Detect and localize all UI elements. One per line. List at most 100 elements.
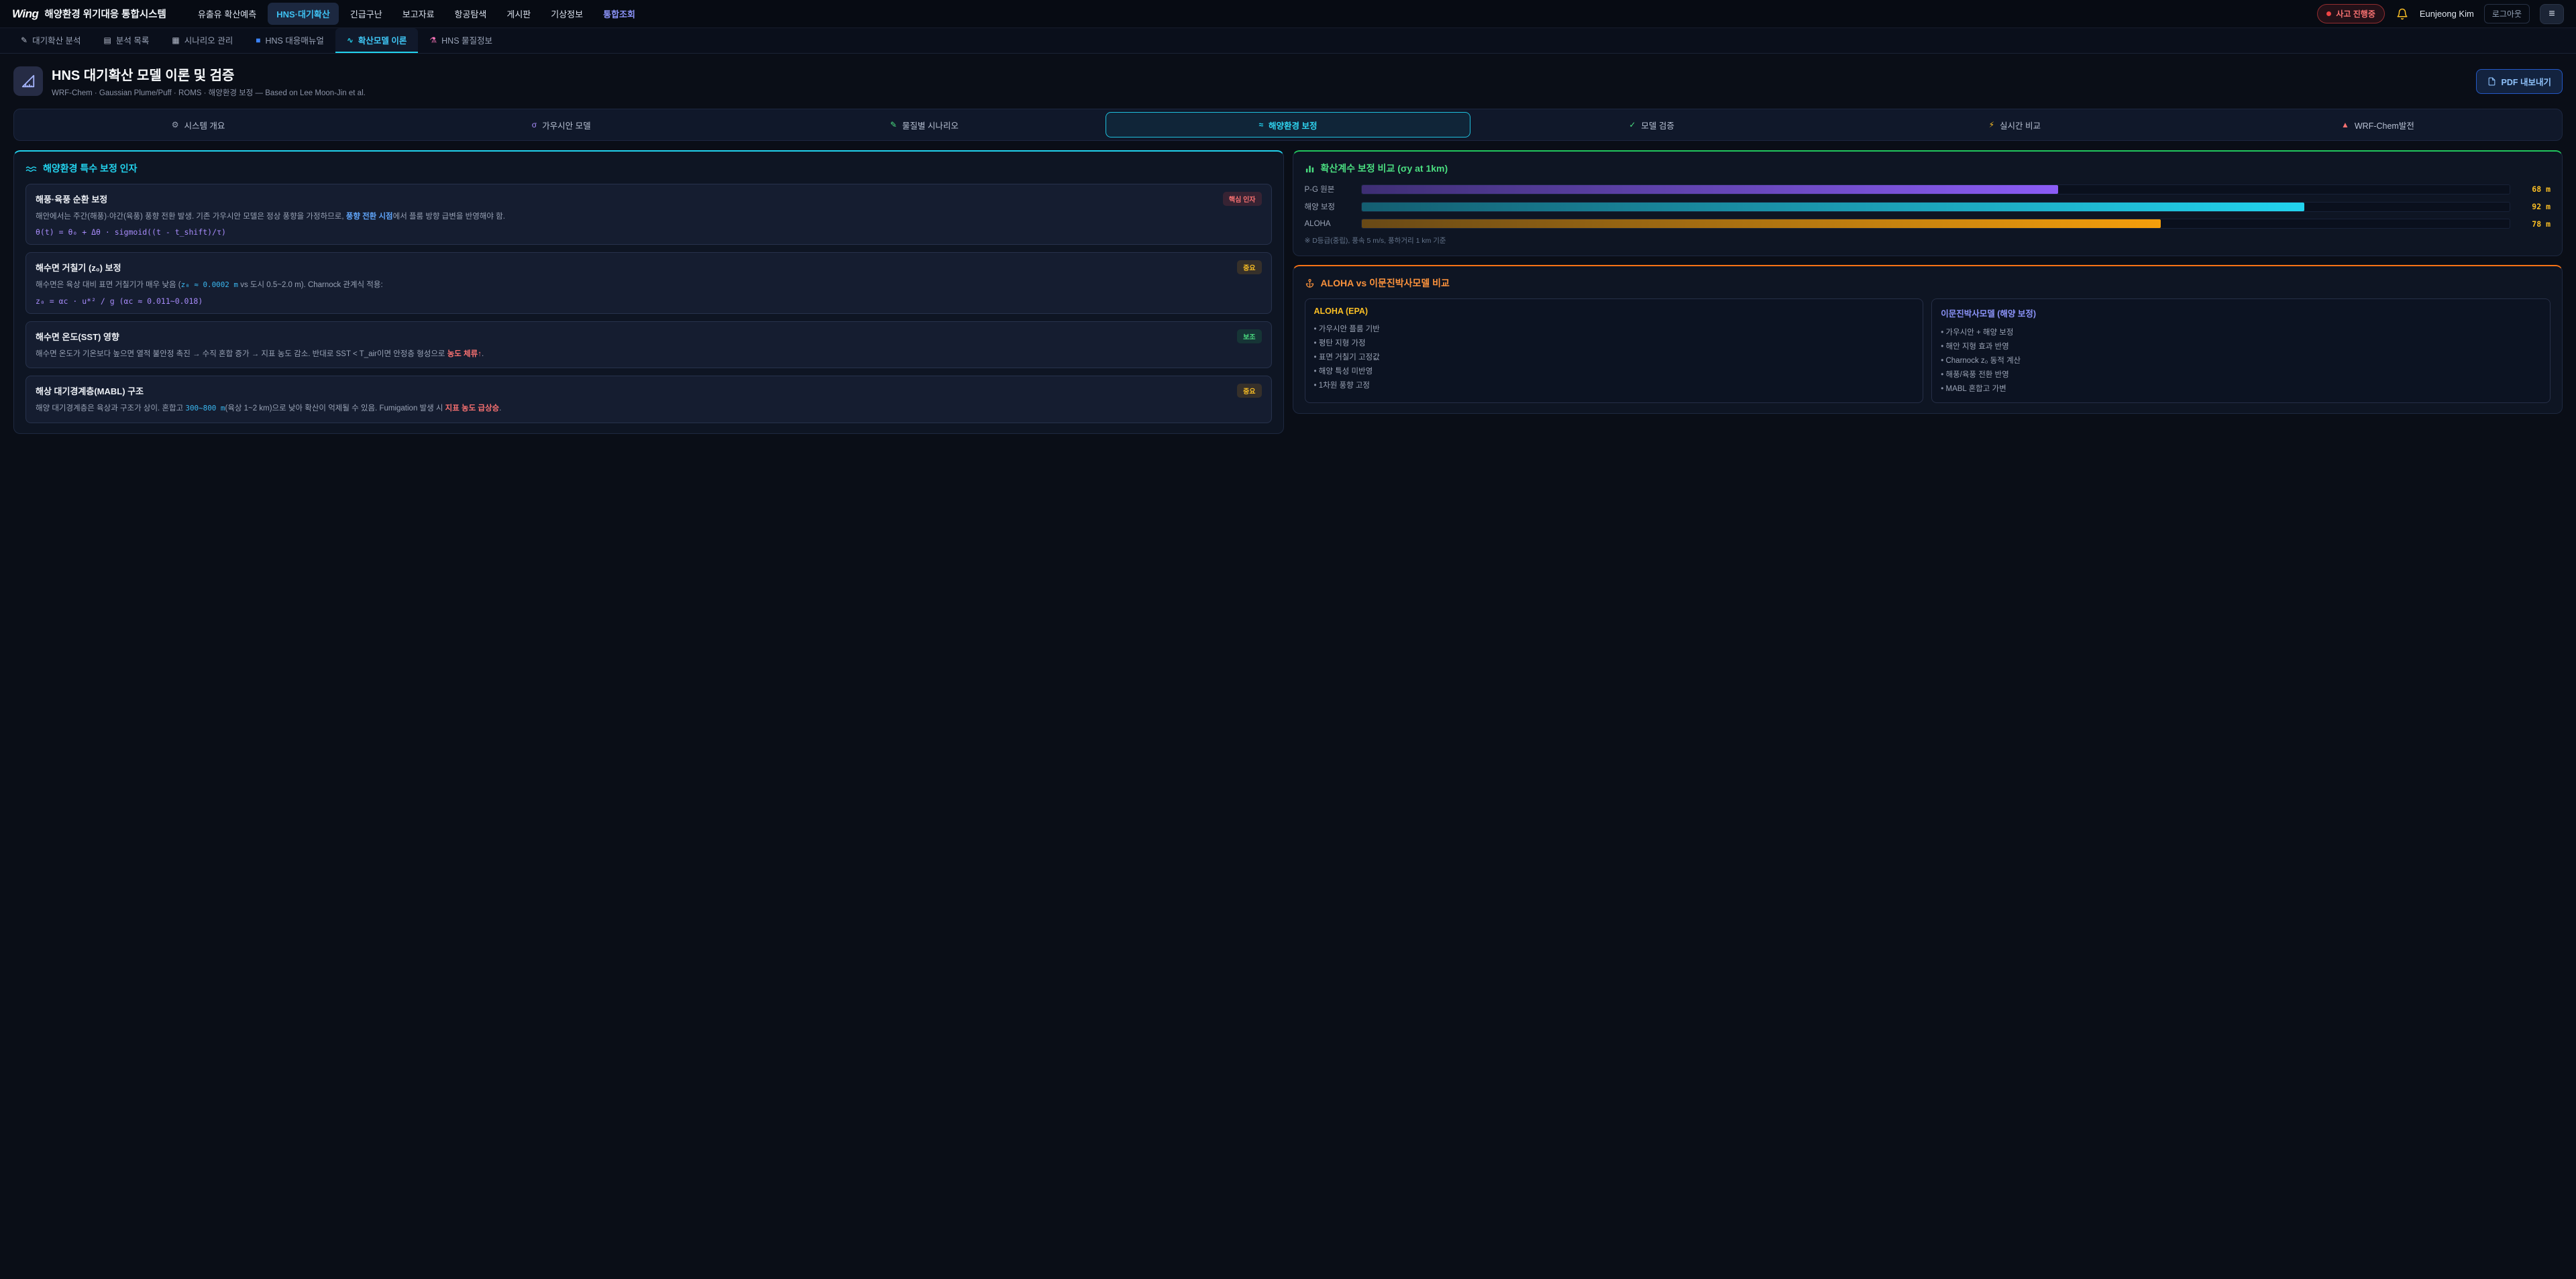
- bar-chart-icon: [1305, 164, 1315, 174]
- section-label: 물질별 시나리오: [902, 119, 959, 131]
- bar-fill: [1362, 185, 2059, 194]
- section-item-wrf-chem[interactable]: ▲ WRF-Chem발전: [2196, 112, 2559, 137]
- tab-analysis-list[interactable]: ▤ 분석 목록: [93, 28, 161, 53]
- bar-fill: [1362, 219, 2161, 228]
- section-item-system-overview[interactable]: ⚙ 시스템 개요: [17, 112, 380, 137]
- incident-status-badge: 사고 진행중: [2317, 4, 2385, 23]
- gear-icon: ⚙: [172, 120, 179, 129]
- list-item: 평탄 지형 가정: [1314, 335, 1915, 349]
- alert-dot-icon: [2326, 11, 2331, 16]
- hamburger-icon: ≡: [2548, 8, 2555, 19]
- nav-item-reports[interactable]: 보고자료: [394, 3, 443, 25]
- sigma-comparison-card: 확산계수 보정 비교 (σy at 1km) P-G 원본 68 m 해양 보정…: [1293, 150, 2563, 256]
- highlight-warning: 농도 체류↑: [447, 350, 482, 358]
- bar-value: 68 m: [2518, 184, 2551, 194]
- factor-title: 해풍·육풍 순환 보정: [36, 192, 107, 205]
- factor-description: 해양 대기경계층은 육상과 구조가 상이. 혼합고 300~800 m(육상 1…: [36, 402, 1262, 414]
- nav-item-board[interactable]: 게시판: [498, 3, 539, 25]
- nav-item-rescue[interactable]: 긴급구난: [341, 3, 391, 25]
- factor-title: 해상 대기경계층(MABL) 구조: [36, 384, 144, 397]
- right-column: 확산계수 보정 비교 (σy at 1km) P-G 원본 68 m 해양 보정…: [1293, 150, 2563, 414]
- nav-item-weather[interactable]: 기상정보: [542, 3, 592, 25]
- section-item-substance-scenario[interactable]: ✎ 물질별 시나리오: [743, 112, 1106, 137]
- tab-label: HNS 물질정보: [441, 34, 492, 46]
- page-header-titles: HNS 대기확산 모델 이론 및 검증 WRF-Chem · Gaussian …: [52, 64, 366, 98]
- flask-icon: ⚗: [429, 36, 437, 45]
- wave-icon: [25, 163, 37, 174]
- check-icon: ✓: [1629, 120, 1635, 129]
- bar-value: 78 m: [2518, 219, 2551, 229]
- lee-model-panel: 이문진박사모델 (해양 보정) 가우시안 + 해양 보정 해안 지형 효과 반영…: [1931, 298, 2551, 403]
- tab-dispersion-analysis[interactable]: ✎ 대기확산 분석: [9, 28, 93, 53]
- tab-label: 확산모델 이론: [358, 34, 407, 46]
- marine-correction-factors-card: 해양환경 특수 보정 인자 해풍·육풍 순환 보정 핵심 인자 해안에서는 주간…: [13, 150, 1284, 434]
- tab-hns-substance-info[interactable]: ⚗ HNS 물질정보: [418, 28, 504, 53]
- app-title: 해양환경 위기대응 통합시스템: [44, 7, 166, 21]
- factor-mabl-structure: 해상 대기경계층(MABL) 구조 중요 해양 대기경계층은 육상과 구조가 상…: [25, 376, 1272, 423]
- factor-sea-land-breeze: 해풍·육풍 순환 보정 핵심 인자 해안에서는 주간(해풍)·야간(육풍) 풍향…: [25, 184, 1272, 245]
- factor-description: 해수면은 육상 대비 표면 거칠기가 매우 낮음 (z₀ ≈ 0.0002 m …: [36, 279, 1262, 291]
- hamburger-menu-button[interactable]: ≡: [2540, 4, 2564, 24]
- factor-formula: θ(t) = θ₀ + Δθ · sigmoid((t - t_shift)/τ…: [36, 227, 1262, 237]
- section-item-marine-correction[interactable]: ≈ 해양환경 보정: [1106, 112, 1470, 137]
- bar-label: 해양 보정: [1305, 201, 1353, 212]
- wave-icon: ≈: [1258, 120, 1263, 129]
- notifications-button[interactable]: [2395, 7, 2410, 21]
- factor-formula: z₀ = αc · u*² / g (αc ≈ 0.011~0.018): [36, 296, 1262, 306]
- model-comparison-card: ALOHA vs 이문진박사모델 비교 ALOHA (EPA) 가우시안 플룸 …: [1293, 265, 2563, 414]
- pdf-export-label: PDF 내보내기: [2502, 75, 2551, 88]
- sigma-icon: σ: [532, 120, 537, 129]
- main-content: 해양환경 특수 보정 인자 해풍·육풍 순환 보정 핵심 인자 해안에서는 주간…: [13, 150, 2563, 434]
- tab-label: 대기확산 분석: [32, 34, 80, 46]
- tab-hns-manual[interactable]: ■ HNS 대응매뉴얼: [244, 28, 335, 53]
- page-header-icon-box: [13, 66, 43, 96]
- card-title: ALOHA vs 이문진박사모델 비교: [1321, 276, 1450, 290]
- top-navigation-bar: Wing 해양환경 위기대응 통합시스템 유출유 확산예측 HNS·대기확산 긴…: [0, 0, 2576, 28]
- section-label: 모델 검증: [1641, 119, 1674, 131]
- list-item: MABL 혼합고 가변: [1941, 381, 2541, 395]
- card-title: 확산계수 보정 비교 (σy at 1km): [1321, 162, 1448, 175]
- tab-scenario-management[interactable]: ▦ 시나리오 관리: [160, 28, 244, 53]
- factor-sea-surface-roughness: 해수면 거칠기 (z₀) 보정 중요 해수면은 육상 대비 표면 거칠기가 매우…: [25, 252, 1272, 313]
- file-pdf-icon: [2487, 77, 2496, 86]
- section-item-realtime-compare[interactable]: ⚡ 실시간 비교: [1833, 112, 2196, 137]
- chart-row: ALOHA 78 m: [1305, 219, 2551, 229]
- list-item: Charnock z₀ 동적 계산: [1941, 353, 2541, 367]
- highlight-text: 풍향 전환 시점: [346, 213, 393, 221]
- highlight-warning: 지표 농도 급상승: [445, 404, 499, 412]
- section-label: 가우시안 모델: [542, 119, 590, 131]
- section-label: WRF-Chem발전: [2355, 119, 2414, 131]
- pdf-export-button[interactable]: PDF 내보내기: [2476, 69, 2563, 94]
- card-title-row: 해양환경 특수 보정 인자: [25, 162, 1272, 175]
- comparison-grid: ALOHA (EPA) 가우시안 플룸 기반 평탄 지형 가정 표면 거칠기 고…: [1305, 298, 2551, 403]
- section-label: 시스템 개요: [184, 119, 225, 131]
- user-name: Eunjeong Kim: [2420, 9, 2474, 19]
- factor-description: 해안에서는 주간(해풍)·야간(육풍) 풍향 전환 발생. 기존 가우시안 모델…: [36, 211, 1262, 223]
- page-subtitle: WRF-Chem · Gaussian Plume/Puff · ROMS · …: [52, 87, 366, 98]
- nav-item-air-search[interactable]: 항공탐색: [446, 3, 496, 25]
- ruler-triangle-icon: [21, 74, 36, 89]
- list-item: 가우시안 플룸 기반: [1314, 321, 1915, 335]
- factor-description: 해수면 온도가 기온보다 높으면 열적 불안정 촉진 → 수직 혼합 증가 → …: [36, 348, 1262, 360]
- bar-track: [1361, 219, 2511, 229]
- logout-button[interactable]: 로그아웃: [2484, 4, 2530, 23]
- wing-logo-icon: Wing: [12, 7, 38, 21]
- rocket-icon: ▲: [2341, 120, 2349, 129]
- main-nav: 유출유 확산예측 HNS·대기확산 긴급구난 보고자료 항공탐색 게시판 기상정…: [189, 3, 644, 25]
- pencil-icon: ✎: [890, 120, 897, 129]
- ship-anchor-icon: [1305, 278, 1315, 288]
- app-logo: Wing 해양환경 위기대응 통합시스템: [12, 7, 166, 21]
- chart-row: 해양 보정 92 m: [1305, 201, 2551, 212]
- tab-label: 분석 목록: [116, 34, 149, 46]
- factor-badge: 중요: [1237, 260, 1261, 274]
- list-item: 표면 거칠기 고정값: [1314, 349, 1915, 364]
- nav-item-hns-dispersion[interactable]: HNS·대기확산: [268, 3, 339, 25]
- section-item-gaussian-model[interactable]: σ 가우시안 모델: [380, 112, 743, 137]
- bar-track: [1361, 202, 2511, 212]
- tab-diffusion-model-theory[interactable]: ∿ 확산모델 이론: [335, 28, 419, 53]
- nav-item-oil-spill[interactable]: 유출유 확산예측: [189, 3, 265, 25]
- sub-tab-bar: ✎ 대기확산 분석 ▤ 분석 목록 ▦ 시나리오 관리 ■ HNS 대응매뉴얼 …: [0, 28, 2576, 54]
- card-title-row: 확산계수 보정 비교 (σy at 1km): [1305, 162, 2551, 175]
- nav-item-integrated-search[interactable]: 통합조회: [594, 3, 644, 25]
- section-item-model-verification[interactable]: ✓ 모델 검증: [1470, 112, 1833, 137]
